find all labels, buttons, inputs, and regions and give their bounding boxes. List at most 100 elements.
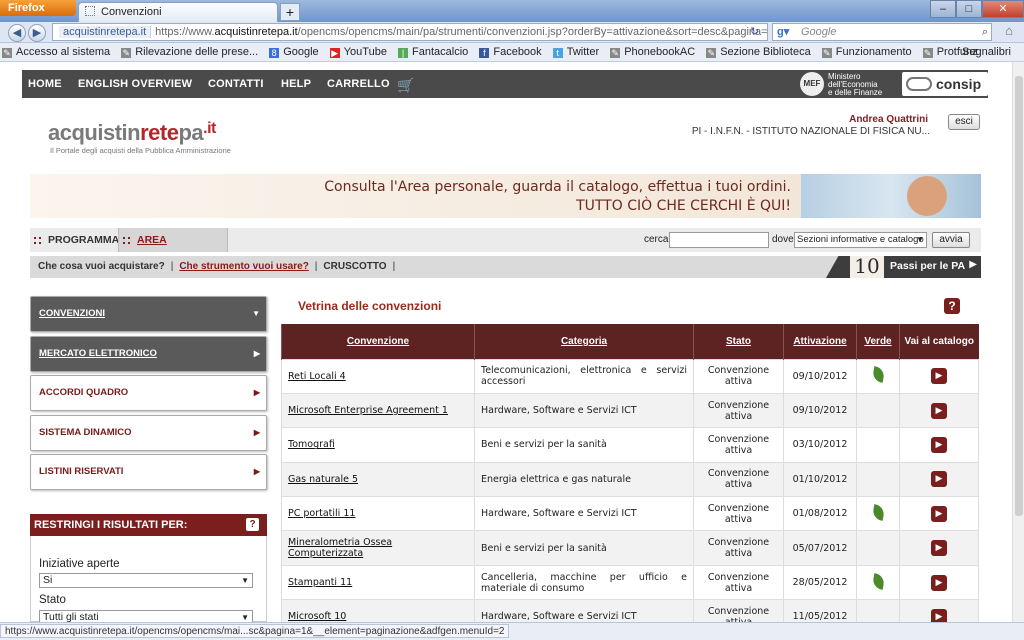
convention-status: Convenzione attiva bbox=[693, 599, 784, 622]
go-to-catalog-icon[interactable]: ▶ bbox=[931, 574, 947, 591]
go-to-catalog-icon[interactable]: ▶ bbox=[931, 402, 947, 419]
nav-english-overview[interactable]: ENGLISH OVERVIEW bbox=[78, 70, 192, 98]
help-icon[interactable]: ? bbox=[944, 298, 960, 314]
grid-icon bbox=[34, 237, 41, 244]
reload-icon[interactable]: ↻ bbox=[750, 25, 759, 38]
leaf-icon bbox=[871, 572, 885, 590]
bookmark-facebook[interactable]: f Facebook bbox=[477, 43, 542, 61]
bookmark-rilevazione[interactable]: ✎ Rilevazione delle prese... bbox=[119, 43, 258, 61]
sidebar-item-mercato-elettronico[interactable]: MERCATO ELETTRONICO ▶ bbox=[30, 336, 267, 372]
convention-activation-date: 03/10/2012 bbox=[783, 427, 857, 463]
tab-area-personale[interactable]: AREA PERSONALE bbox=[118, 228, 228, 270]
tab-programma[interactable]: PROGRAMMA bbox=[30, 228, 122, 252]
column-header-attivazione[interactable]: Attivazione bbox=[783, 324, 857, 359]
go-to-catalog-cell: ▶ bbox=[899, 599, 979, 622]
chevron-right-icon: ▶ bbox=[253, 467, 260, 476]
bookmarks-menu-label: Segnalibri bbox=[962, 46, 1011, 58]
new-tab-button[interactable]: + bbox=[280, 3, 300, 21]
vertical-scrollbar[interactable] bbox=[1012, 62, 1024, 622]
column-header-stato[interactable]: Stato bbox=[693, 324, 784, 359]
ten-steps-banner[interactable]: 10 Passi per le PA ▶ bbox=[826, 256, 981, 278]
back-button[interactable]: ◀ bbox=[8, 24, 26, 42]
bookmark-google[interactable]: 8 Google bbox=[267, 43, 319, 61]
bookmark-fantacalcio[interactable]: | Fantacalcio bbox=[396, 43, 468, 61]
sidebar-item-convenzioni[interactable]: CONVENZIONI ▼ bbox=[30, 296, 267, 332]
close-window-button[interactable]: ✕ bbox=[982, 0, 1024, 18]
cart-icon[interactable]: 🛒 bbox=[397, 77, 414, 94]
column-header-verde[interactable]: Verde bbox=[856, 324, 900, 359]
convention-name-link[interactable]: Reti Locali 4 bbox=[281, 358, 475, 394]
filter-open-select[interactable]: Si ▼ bbox=[39, 573, 253, 588]
url-prefix: https://www. bbox=[155, 26, 215, 38]
bookmark-funzionamento[interactable]: ✎ Funzionamento bbox=[820, 43, 912, 61]
navigation-toolbar: ◀ ▶ acquistinretepa.it https://www.acquis… bbox=[0, 22, 1024, 43]
convention-status: Convenzione attiva bbox=[693, 564, 784, 601]
column-header-convenzione[interactable]: Convenzione bbox=[281, 324, 475, 359]
filter-state-value: Tutti gli stati bbox=[43, 611, 99, 622]
go-to-catalog-icon[interactable]: ▶ bbox=[931, 608, 947, 622]
search-scope-select[interactable]: Sezioni informative e catalogo ▼ bbox=[794, 232, 927, 248]
scrollbar-thumb[interactable] bbox=[1015, 76, 1023, 516]
search-go-button[interactable]: avvia bbox=[932, 232, 970, 248]
convention-name-link[interactable]: Microsoft 10 bbox=[281, 599, 475, 622]
bookmark-twitter[interactable]: t Twitter bbox=[551, 43, 599, 61]
twitter-icon: t bbox=[552, 48, 563, 58]
sidebar-item-accordi-quadro[interactable]: ACCORDI QUADRO ▶ bbox=[30, 375, 267, 411]
convention-name-link[interactable]: PC portatili 11 bbox=[281, 496, 475, 532]
url-identity[interactable]: acquistinretepa.it bbox=[59, 26, 152, 38]
subnav-what-to-buy[interactable]: Che cosa vuoi acquistare? bbox=[38, 261, 165, 272]
sidebar-item-sistema-dinamico[interactable]: SISTEMA DINAMICO ▶ bbox=[30, 415, 267, 451]
go-to-catalog-icon[interactable]: ▶ bbox=[931, 368, 947, 385]
url-bar[interactable]: acquistinretepa.it https://www.acquistinr… bbox=[52, 23, 768, 41]
logo-part-c: pa bbox=[178, 120, 204, 145]
bookmark-phonebook[interactable]: ✎ PhonebookAC bbox=[608, 43, 695, 61]
subnav-cruscotto[interactable]: CRUSCOTTO bbox=[323, 261, 386, 272]
go-to-catalog-icon[interactable]: ▶ bbox=[931, 505, 947, 522]
subnav-which-tool[interactable]: Che strumento vuoi usare? bbox=[179, 261, 308, 272]
nav-home[interactable]: HOME bbox=[28, 70, 62, 98]
minimize-button[interactable]: – bbox=[930, 0, 956, 18]
magnifier-icon[interactable]: ⌕ bbox=[982, 24, 988, 40]
go-to-catalog-icon[interactable]: ▶ bbox=[931, 540, 947, 557]
search-engine-box[interactable]: g▾ Google ⌕ bbox=[772, 23, 992, 41]
promo-banner[interactable]: Consulta l'Area personale, guarda il cat… bbox=[30, 174, 981, 218]
convention-name-link[interactable]: Microsoft Enterprise Agreement 1 bbox=[281, 392, 475, 429]
consip-logo[interactable]: consip bbox=[902, 72, 988, 96]
filter-state-select[interactable]: Tutti gli stati ▼ bbox=[39, 610, 253, 622]
convention-name-link[interactable]: Stampanti 11 bbox=[281, 564, 475, 601]
site-logo[interactable]: acquistinretepa.it bbox=[48, 120, 216, 146]
logo-part-b: rete bbox=[140, 120, 179, 145]
go-to-catalog-icon[interactable]: ▶ bbox=[931, 436, 947, 453]
convention-green-cell bbox=[856, 564, 900, 601]
bookmark-accesso[interactable]: ✎ Accesso al sistema bbox=[0, 43, 110, 61]
bookmark-biblioteca[interactable]: ✎ Sezione Biblioteca bbox=[704, 43, 811, 61]
convention-green-cell bbox=[856, 599, 900, 622]
convention-name-link[interactable]: Gas naturale 5 bbox=[281, 461, 475, 498]
column-header-categoria[interactable]: Categoria bbox=[474, 324, 694, 359]
sidebar-item-listini-riservati[interactable]: LISTINI RISERVATI ▶ bbox=[30, 454, 267, 490]
go-to-catalog-cell: ▶ bbox=[899, 564, 979, 601]
chevron-right-icon: ▶ bbox=[253, 388, 260, 397]
convention-status: Convenzione attiva bbox=[693, 461, 784, 498]
convention-name-link[interactable]: Tomografi bbox=[281, 427, 475, 463]
bookmark-youtube[interactable]: ▶ YouTube bbox=[328, 43, 387, 61]
bookmarks-menu[interactable]: Segnalibri bbox=[962, 43, 1011, 62]
home-icon[interactable]: ⌂ bbox=[998, 23, 1020, 41]
logo-part-d: .it bbox=[203, 120, 216, 137]
logout-button[interactable]: esci bbox=[948, 114, 980, 130]
nav-carrello[interactable]: CARRELLO bbox=[327, 70, 390, 98]
firefox-menu-button[interactable]: Firefox bbox=[0, 0, 76, 16]
help-icon[interactable]: ? bbox=[246, 518, 259, 531]
table-row: Microsoft 10 Hardware, Software e Servizi… bbox=[281, 599, 979, 622]
nav-contatti[interactable]: CONTATTI bbox=[208, 70, 264, 98]
filter-open-label: Iniziative aperte bbox=[39, 558, 120, 570]
forward-button[interactable]: ▶ bbox=[28, 24, 46, 42]
maximize-button[interactable]: □ bbox=[956, 0, 982, 18]
browser-tab[interactable]: Convenzioni bbox=[78, 2, 278, 22]
mef-logo[interactable]: MEF Ministero dell'Economia e delle Finanz… bbox=[800, 72, 910, 97]
site-search-input[interactable] bbox=[669, 232, 769, 248]
convention-name-link[interactable]: Mineralometria Ossea Computerizzata bbox=[281, 530, 475, 566]
nav-help[interactable]: HELP bbox=[281, 70, 311, 98]
go-to-catalog-icon[interactable]: ▶ bbox=[931, 471, 947, 488]
google-icon[interactable]: g▾ bbox=[777, 24, 789, 40]
